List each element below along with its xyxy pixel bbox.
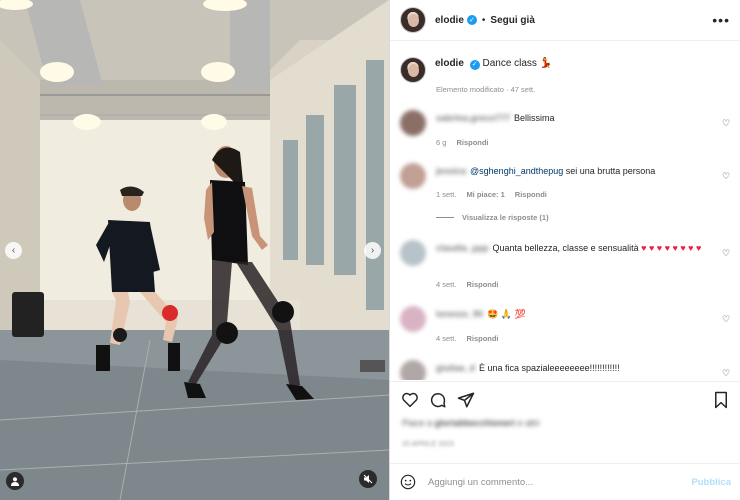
dance-video-frame [0,0,389,500]
comment-username[interactable]: lorenzo_90 [436,309,483,319]
comment-time: 4 sett. [436,334,457,343]
comment-text: Bellissima [514,113,555,123]
like-button[interactable] [400,390,420,410]
likes-user[interactable]: gloriabbecchioneri [435,418,516,428]
avatar[interactable] [400,110,426,136]
mention-link[interactable]: @sghenghi_andthepug [470,166,563,176]
caption-username[interactable]: elodie [435,58,464,69]
comment-text: È una fica spazialeeeeeeee!!!!!!!!!!!! [479,363,620,373]
separator-dot: • [481,14,486,26]
comment-username[interactable]: sabrina.greco777 [436,113,510,123]
comment-input[interactable] [428,476,668,488]
chevron-right-icon: › [370,245,375,256]
bookmark-icon [715,391,727,409]
caption-meta: Elemento modificato · 47 sett. [436,85,536,94]
comment-username[interactable]: jessica [436,166,466,176]
next-media-button[interactable]: › [364,242,381,259]
avatar[interactable] [400,240,426,266]
heart-icon [402,392,418,408]
comment-time: 4 sett. [436,280,457,289]
comment-time: 6 g [436,138,447,147]
author-username[interactable]: elodie [435,15,464,26]
comment-likes[interactable]: Mi piace: 1 [466,190,504,199]
previous-media-button[interactable]: ‹ [5,242,22,259]
mute-icon [363,474,373,484]
like-comment-heart-icon[interactable]: ♡ [722,171,730,182]
like-comment-heart-icon[interactable]: ♡ [722,118,730,129]
more-options-icon[interactable]: ••• [712,12,730,28]
avatar[interactable] [400,360,426,380]
post-header: elodie ✓ • Segui già ••• [390,0,740,41]
add-comment-bar: Pubblica [390,463,740,500]
verified-badge-icon: ✓ [469,59,480,70]
chevron-left-icon: ‹ [11,245,16,256]
verified-badge-icon: ✓ [466,15,477,25]
replies-divider [436,217,454,218]
post-actions [390,381,740,417]
caption: elodie ✓ Dance class 💃 [400,57,552,83]
post-sidebar: elodie ✓ • Segui già ••• elodie ✓ Dance … [389,0,740,500]
publish-button[interactable]: Pubblica [691,477,731,488]
mute-toggle-button[interactable] [359,470,377,488]
caption-emoji: 💃 [539,58,553,69]
reply-button[interactable]: Rispondi [456,138,488,147]
emoji-icon[interactable] [400,474,416,490]
post-date: 20 APRILE 2023 [402,441,454,448]
reply-button[interactable]: Rispondi [466,334,498,343]
save-button[interactable] [711,390,731,410]
comments-list[interactable]: elodie ✓ Dance class 💃 Elemento modifica… [390,42,740,380]
like-comment-heart-icon[interactable]: ♡ [722,248,730,259]
share-icon [457,392,475,408]
like-comment-heart-icon[interactable]: ♡ [722,314,730,325]
reply-button[interactable]: Rispondi [466,280,498,289]
comment-username[interactable]: giuliaa_d [436,363,475,373]
caption-text: Dance class [482,58,537,69]
avatar[interactable] [400,57,426,83]
likes-prefix: Piace a [402,418,433,428]
tag-user-icon [11,477,19,486]
avatar[interactable] [400,7,426,33]
comment-icon [430,392,446,408]
like-comment-heart-icon[interactable]: ♡ [722,368,730,379]
avatar[interactable] [400,306,426,332]
comment-username[interactable]: claudia_ppp [436,243,489,253]
reply-button[interactable]: Rispondi [515,190,547,199]
comment-text: 🤩 🙏 💯 [487,309,526,319]
share-button[interactable] [456,390,476,410]
comment-text: sei una brutta persona [563,166,656,176]
follow-button[interactable]: Segui già [490,15,534,26]
hearts-emoji: ♥ ♥ ♥ ♥ ♥ ♥ ♥ ♥ [641,243,702,253]
post-media[interactable]: ‹ › [0,0,389,500]
comment-time: 1 sett. [436,190,457,199]
comment-button[interactable] [428,390,448,410]
avatar[interactable] [400,163,426,189]
comment-text: Quanta bellezza, classe e sensualità [492,243,642,253]
likes-suffix: e altri [517,418,540,428]
view-replies-button[interactable]: Visualizza le risposte (1) [436,213,549,222]
likes-summary[interactable]: Piace a gloriabbecchioneri e altri [402,418,540,428]
tagged-users-button[interactable] [6,472,24,490]
view-replies-label: Visualizza le risposte (1) [462,213,549,222]
